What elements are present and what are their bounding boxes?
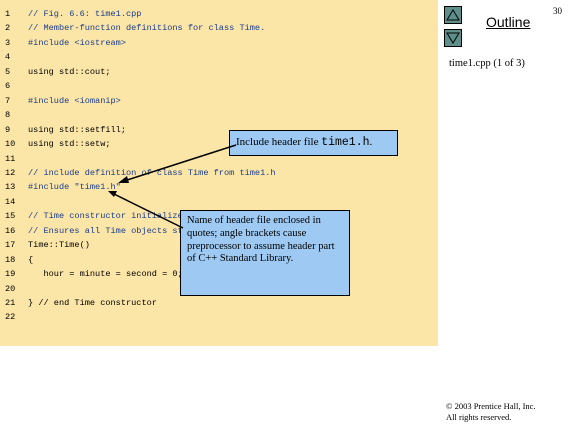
arrow-header-line: [123, 144, 237, 182]
copyright-line-2: All rights reserved.: [446, 412, 512, 422]
arrow-header-head: [118, 176, 129, 183]
callout-arrows: [108, 144, 237, 229]
arrow-quotes-line: [113, 193, 184, 229]
copyright: © 2003 Prentice Hall, Inc. All rights re…: [446, 401, 536, 423]
copyright-line-1: © 2003 Prentice Hall, Inc.: [446, 401, 536, 411]
